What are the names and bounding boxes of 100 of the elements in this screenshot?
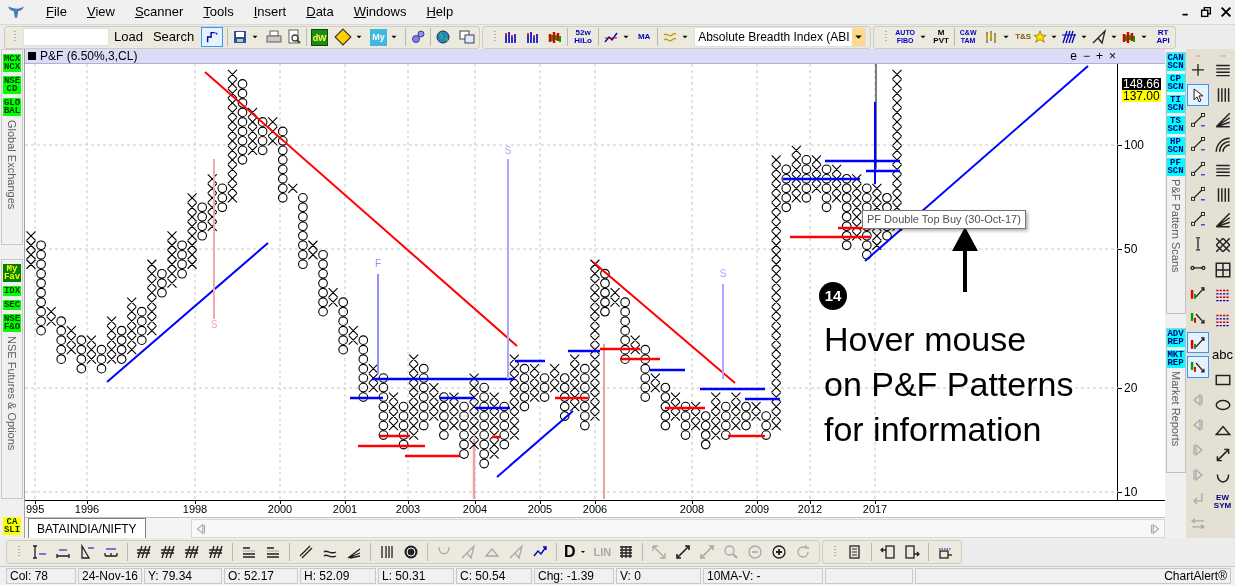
toolbar-button[interactable]: D xyxy=(561,540,579,564)
scan-button[interactable]: PF SCN xyxy=(1166,158,1185,176)
menu-item[interactable]: File xyxy=(46,2,67,22)
menu-item[interactable]: Help xyxy=(426,2,454,22)
dropdown-value: Absolute Breadth Index (ABI xyxy=(697,29,851,46)
chart-control[interactable]: × xyxy=(1108,49,1117,63)
text-tool-button[interactable]: abc xyxy=(1212,344,1233,366)
toolbar-button[interactable]: 52w HiLo xyxy=(572,29,595,45)
target-label: S xyxy=(210,319,218,330)
panel-title: P&F Pattern Scans xyxy=(1168,179,1183,273)
menu-item[interactable]: Scanner xyxy=(134,2,184,22)
status-cell: 24-Nov-16 xyxy=(78,568,142,584)
market-button[interactable]: NSE F&O xyxy=(3,314,21,332)
report-button[interactable]: MKT REP xyxy=(1166,350,1185,368)
axis-label: 2012 xyxy=(797,503,823,516)
toolbar-button[interactable]: T&S xyxy=(1013,33,1034,41)
scan-button[interactable]: HP SCN xyxy=(1166,137,1185,155)
hatched-lines-icon[interactable] xyxy=(208,544,224,560)
status-cell: L: 50.31 xyxy=(378,568,454,584)
toolbar-button[interactable]: MA xyxy=(635,33,654,41)
calc-button[interactable]: CA SLI xyxy=(3,517,21,535)
toolbar-button[interactable]: Search xyxy=(147,27,200,47)
striped-pattern-icon[interactable] xyxy=(1061,29,1078,45)
chart-control[interactable]: − xyxy=(1081,49,1091,63)
symbol-input-field[interactable] xyxy=(23,28,109,46)
diamond-icon[interactable] xyxy=(334,28,353,46)
measure-icon[interactable] xyxy=(31,544,47,560)
annotation-text: Hover mouse on P&F Patterns for information xyxy=(824,319,1074,450)
scan-button[interactable]: TS SCN xyxy=(1166,116,1185,134)
menu-item[interactable]: Windows xyxy=(353,2,407,22)
close-icon[interactable] xyxy=(1219,5,1233,19)
toolbar-button[interactable]: EW SYM xyxy=(1212,494,1233,510)
report-button[interactable]: ADV REP xyxy=(1166,329,1185,347)
hatched-lines-icon[interactable] xyxy=(136,544,152,560)
market-button[interactable]: NSE CD xyxy=(3,76,21,94)
menu-item[interactable]: View xyxy=(86,2,115,22)
market-button[interactable]: SEC xyxy=(3,300,21,310)
pointer-icon[interactable] xyxy=(1187,83,1209,106)
pattern-level-line xyxy=(728,434,765,438)
scan-button[interactable]: TI SCN xyxy=(1166,95,1185,113)
axis-label: 20 xyxy=(1124,381,1138,395)
toolbar-button[interactable]: Load xyxy=(109,27,148,47)
pattern-level-line xyxy=(555,396,588,400)
status-cell: Y: 79.34 xyxy=(144,568,222,584)
table-grid-icon[interactable] xyxy=(618,544,635,560)
square-icon xyxy=(28,52,36,60)
pattern-level-line xyxy=(358,444,425,448)
hatched-lines-icon[interactable] xyxy=(160,544,176,560)
pattern-level-line xyxy=(350,396,383,400)
pattern-level-line xyxy=(866,169,900,173)
axis-label: 2000 xyxy=(267,503,293,516)
market-button[interactable]: GLO BAL xyxy=(3,98,21,116)
market-button[interactable]: MCX NCX xyxy=(3,54,21,72)
menu-item[interactable]: Tools xyxy=(203,2,234,22)
indicator-dropdown[interactable]: Absolute Breadth Index (ABI xyxy=(694,27,867,47)
vertical-bars-icon[interactable] xyxy=(379,544,395,560)
chart-control[interactable]: + xyxy=(1094,49,1104,63)
axes-arrows-icon[interactable] xyxy=(675,544,692,560)
status-cell: Col: 78 xyxy=(6,568,76,584)
dropdown-caret-icon[interactable] xyxy=(852,28,866,46)
restore-icon[interactable] xyxy=(1199,5,1213,19)
print-preview-icon[interactable] xyxy=(286,29,303,45)
axis-label: 2003 xyxy=(395,503,421,516)
lines-tool-icon[interactable] xyxy=(265,544,281,560)
windows-icon[interactable] xyxy=(459,29,476,45)
target-label: S xyxy=(504,145,512,156)
hatched-lines-icon[interactable] xyxy=(184,544,200,560)
document-right-icon[interactable] xyxy=(904,544,921,560)
market-button[interactable]: IDX xyxy=(3,286,21,296)
kite-icon[interactable] xyxy=(1091,29,1108,45)
axis-label: 2001 xyxy=(332,503,358,516)
chart-control[interactable]: e xyxy=(1069,49,1078,63)
status-cell: C: 50.54 xyxy=(456,568,532,584)
globe-icon[interactable] xyxy=(435,29,452,45)
menu-item[interactable]: Data xyxy=(306,2,334,22)
angle-measure-icon[interactable] xyxy=(79,544,95,560)
lines-tool-icon[interactable] xyxy=(241,544,257,560)
chart-tab[interactable]: BATAINDIA/NIFTY xyxy=(28,518,146,538)
point-figure-icon[interactable] xyxy=(201,27,224,47)
cross-lines-icon[interactable] xyxy=(298,544,314,560)
printer-icon[interactable] xyxy=(266,29,283,45)
toolbar-button[interactable]: M PVT xyxy=(932,29,951,45)
up-arrow xyxy=(952,227,978,292)
scan-button[interactable]: CAN SCN xyxy=(1166,53,1185,71)
document-left-icon[interactable] xyxy=(880,544,897,560)
toolbar-button[interactable]: RT API xyxy=(1155,29,1172,45)
zoom-in-icon[interactable] xyxy=(771,544,788,560)
toolbar-button[interactable]: dW xyxy=(311,28,329,46)
axis-label: 100 xyxy=(1124,138,1145,152)
scan-button[interactable]: CP SCN xyxy=(1166,74,1185,92)
market-button[interactable]: My Fav xyxy=(3,264,21,282)
colored-bars-icon[interactable] xyxy=(547,29,564,45)
star-icon[interactable] xyxy=(1033,30,1048,44)
menu-item[interactable]: Insert xyxy=(253,2,287,22)
pattern-level-line xyxy=(405,454,460,458)
colored-bars-icon[interactable] xyxy=(1121,29,1138,45)
gears-icon[interactable] xyxy=(410,29,427,45)
axis-label: 2006 xyxy=(582,503,608,516)
filled-circle-icon[interactable] xyxy=(403,544,419,560)
save-icon[interactable] xyxy=(232,29,249,45)
